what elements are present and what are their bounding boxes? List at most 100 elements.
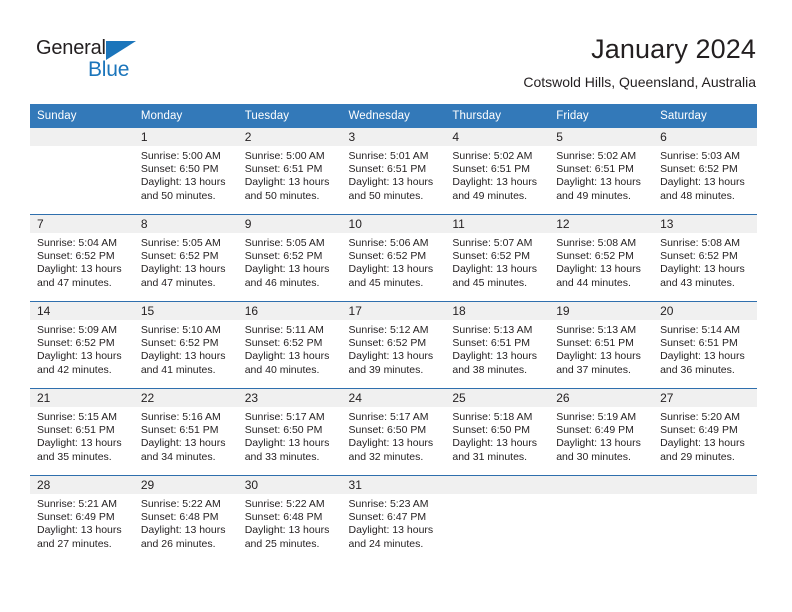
calendar-day-cell[interactable]: 15 Sunrise: 5:10 AM Sunset: 6:52 PM Dayli… [133, 301, 238, 389]
calendar-day-cell[interactable]: 27 Sunrise: 5:20 AM Sunset: 6:49 PM Dayli… [653, 388, 757, 476]
sun-info-text: Sunrise: 5:06 AM Sunset: 6:52 PM Dayligh… [348, 237, 434, 289]
sun-info-text: Sunrise: 5:10 AM Sunset: 6:52 PM Dayligh… [140, 324, 226, 376]
day-number: 7 [30, 215, 134, 233]
calendar-day-cell[interactable]: 1 Sunrise: 5:00 AM Sunset: 6:50 PM Daylig… [133, 128, 238, 215]
day-number: 3 [341, 128, 446, 146]
day-cell-body: Sunrise: 5:18 AM Sunset: 6:50 PM Dayligh… [445, 407, 549, 475]
day-cell-body: Sunrise: 5:16 AM Sunset: 6:51 PM Dayligh… [134, 407, 238, 475]
day-number: 9 [237, 215, 342, 233]
day-number: 20 [653, 302, 757, 320]
page-header: General Blue January 2024 Cotswold Hills… [0, 0, 792, 100]
day-cell-body: Sunrise: 5:19 AM Sunset: 6:49 PM Dayligh… [549, 407, 653, 475]
calendar-day-cell[interactable]: 29 Sunrise: 5:22 AM Sunset: 6:48 PM Dayli… [133, 475, 238, 562]
day-cell-body: Sunrise: 5:13 AM Sunset: 6:51 PM Dayligh… [445, 320, 549, 388]
day-number: 30 [237, 476, 342, 494]
sun-info-text: Sunrise: 5:23 AM Sunset: 6:47 PM Dayligh… [348, 498, 434, 550]
day-number: 23 [237, 389, 342, 407]
calendar-day-cell[interactable]: 3 Sunrise: 5:01 AM Sunset: 6:51 PM Daylig… [341, 128, 446, 215]
day-number: 15 [133, 302, 238, 320]
calendar-body: 1 Sunrise: 5:00 AM Sunset: 6:50 PM Daylig… [30, 128, 757, 562]
calendar-day-cell[interactable]: 5 Sunrise: 5:02 AM Sunset: 6:51 PM Daylig… [549, 128, 654, 215]
brand-logo[interactable]: General Blue [36, 36, 166, 86]
sun-info-text: Sunrise: 5:01 AM Sunset: 6:51 PM Dayligh… [348, 150, 434, 202]
day-number: 13 [653, 215, 757, 233]
calendar-day-cell[interactable]: 9 Sunrise: 5:05 AM Sunset: 6:52 PM Daylig… [237, 214, 342, 302]
calendar-page: General Blue January 2024 Cotswold Hills… [0, 0, 792, 612]
calendar-day-cell[interactable]: 16 Sunrise: 5:11 AM Sunset: 6:52 PM Dayli… [237, 301, 342, 389]
day-cell-body: Sunrise: 5:05 AM Sunset: 6:52 PM Dayligh… [238, 233, 342, 301]
day-cell-body: Sunrise: 5:12 AM Sunset: 6:52 PM Dayligh… [342, 320, 446, 388]
brand-name-top: General [36, 37, 106, 59]
calendar-day-cell[interactable]: 6 Sunrise: 5:03 AM Sunset: 6:52 PM Daylig… [653, 128, 757, 215]
calendar-week-row: 1 Sunrise: 5:00 AM Sunset: 6:50 PM Daylig… [30, 128, 757, 215]
sun-info-text: Sunrise: 5:22 AM Sunset: 6:48 PM Dayligh… [140, 498, 226, 550]
calendar-day-cell[interactable]: 30 Sunrise: 5:22 AM Sunset: 6:48 PM Dayli… [237, 475, 342, 562]
day-number: 10 [341, 215, 446, 233]
day-number: 17 [341, 302, 446, 320]
sun-info-text: Sunrise: 5:20 AM Sunset: 6:49 PM Dayligh… [660, 411, 745, 463]
day-cell-body [653, 494, 757, 562]
calendar-day-cell[interactable]: 12 Sunrise: 5:08 AM Sunset: 6:52 PM Dayli… [549, 214, 654, 302]
calendar-day-cell[interactable]: 22 Sunrise: 5:16 AM Sunset: 6:51 PM Dayli… [133, 388, 238, 476]
sun-info-text: Sunrise: 5:02 AM Sunset: 6:51 PM Dayligh… [452, 150, 538, 202]
page-title: January 2024 [591, 34, 756, 64]
sun-info-text: Sunrise: 5:09 AM Sunset: 6:52 PM Dayligh… [37, 324, 122, 376]
day-cell-body: Sunrise: 5:22 AM Sunset: 6:48 PM Dayligh… [238, 494, 342, 562]
calendar-day-cell-empty [30, 128, 134, 215]
calendar-day-cell[interactable]: 24 Sunrise: 5:17 AM Sunset: 6:50 PM Dayli… [341, 388, 446, 476]
calendar-day-cell[interactable]: 14 Sunrise: 5:09 AM Sunset: 6:52 PM Dayli… [30, 301, 134, 389]
sun-info-text: Sunrise: 5:19 AM Sunset: 6:49 PM Dayligh… [556, 411, 641, 463]
calendar-day-cell[interactable]: 31 Sunrise: 5:23 AM Sunset: 6:47 PM Dayli… [341, 475, 446, 562]
sun-info-text: Sunrise: 5:13 AM Sunset: 6:51 PM Dayligh… [452, 324, 538, 376]
day-cell-body: Sunrise: 5:00 AM Sunset: 6:50 PM Dayligh… [134, 146, 238, 214]
day-number: 1 [133, 128, 238, 146]
calendar-day-cell[interactable]: 26 Sunrise: 5:19 AM Sunset: 6:49 PM Dayli… [549, 388, 654, 476]
calendar-day-cell[interactable]: 25 Sunrise: 5:18 AM Sunset: 6:50 PM Dayli… [445, 388, 550, 476]
day-number: 16 [237, 302, 342, 320]
day-cell-body [445, 494, 549, 562]
calendar-day-cell[interactable]: 10 Sunrise: 5:06 AM Sunset: 6:52 PM Dayli… [341, 214, 446, 302]
calendar-day-cell[interactable]: 17 Sunrise: 5:12 AM Sunset: 6:52 PM Dayli… [341, 301, 446, 389]
sun-info-text: Sunrise: 5:08 AM Sunset: 6:52 PM Dayligh… [660, 237, 745, 289]
calendar-day-cell-empty [445, 475, 550, 562]
calendar-table: Sunday Monday Tuesday Wednesday Thursday Frid… [30, 104, 757, 562]
calendar-day-cell[interactable]: 28 Sunrise: 5:21 AM Sunset: 6:49 PM Dayli… [30, 475, 134, 562]
calendar-day-cell[interactable]: 23 Sunrise: 5:17 AM Sunset: 6:50 PM Dayli… [237, 388, 342, 476]
calendar-day-cell[interactable]: 7 Sunrise: 5:04 AM Sunset: 6:52 PM Daylig… [30, 214, 134, 302]
calendar-day-cell[interactable]: 21 Sunrise: 5:15 AM Sunset: 6:51 PM Dayli… [30, 388, 134, 476]
calendar-day-cell[interactable]: 13 Sunrise: 5:08 AM Sunset: 6:52 PM Dayli… [653, 214, 757, 302]
sun-info-text: Sunrise: 5:18 AM Sunset: 6:50 PM Dayligh… [452, 411, 538, 463]
column-header-wednesday: Wednesday [341, 104, 446, 128]
column-header-thursday: Thursday [445, 104, 550, 128]
calendar-day-cell-empty [653, 475, 757, 562]
day-number [445, 476, 550, 494]
day-cell-body: Sunrise: 5:01 AM Sunset: 6:51 PM Dayligh… [342, 146, 446, 214]
day-number: 26 [549, 389, 654, 407]
sun-info-text: Sunrise: 5:05 AM Sunset: 6:52 PM Dayligh… [244, 237, 330, 289]
day-cell-body: Sunrise: 5:06 AM Sunset: 6:52 PM Dayligh… [342, 233, 446, 301]
calendar-week-row: 28 Sunrise: 5:21 AM Sunset: 6:49 PM Dayli… [30, 475, 757, 562]
sun-info-text: Sunrise: 5:05 AM Sunset: 6:52 PM Dayligh… [140, 237, 226, 289]
calendar-day-cell[interactable]: 4 Sunrise: 5:02 AM Sunset: 6:51 PM Daylig… [445, 128, 550, 215]
day-number: 24 [341, 389, 446, 407]
sun-info-text: Sunrise: 5:07 AM Sunset: 6:52 PM Dayligh… [452, 237, 538, 289]
brand-name-bottom: Blue [88, 58, 130, 81]
day-cell-body: Sunrise: 5:07 AM Sunset: 6:52 PM Dayligh… [445, 233, 549, 301]
calendar-day-cell[interactable]: 8 Sunrise: 5:05 AM Sunset: 6:52 PM Daylig… [133, 214, 238, 302]
day-cell-body: Sunrise: 5:15 AM Sunset: 6:51 PM Dayligh… [30, 407, 134, 475]
sun-info-text: Sunrise: 5:03 AM Sunset: 6:52 PM Dayligh… [660, 150, 745, 202]
calendar-day-cell[interactable]: 2 Sunrise: 5:00 AM Sunset: 6:51 PM Daylig… [237, 128, 342, 215]
sun-info-text: Sunrise: 5:11 AM Sunset: 6:52 PM Dayligh… [244, 324, 330, 376]
day-cell-body: Sunrise: 5:20 AM Sunset: 6:49 PM Dayligh… [653, 407, 757, 475]
calendar-day-cell[interactable]: 18 Sunrise: 5:13 AM Sunset: 6:51 PM Dayli… [445, 301, 550, 389]
day-cell-body: Sunrise: 5:10 AM Sunset: 6:52 PM Dayligh… [134, 320, 238, 388]
day-number [549, 476, 654, 494]
calendar-day-cell[interactable]: 19 Sunrise: 5:13 AM Sunset: 6:51 PM Dayli… [549, 301, 654, 389]
column-header-friday: Friday [549, 104, 654, 128]
day-cell-body: Sunrise: 5:13 AM Sunset: 6:51 PM Dayligh… [549, 320, 653, 388]
calendar-day-cell[interactable]: 11 Sunrise: 5:07 AM Sunset: 6:52 PM Dayli… [445, 214, 550, 302]
calendar-day-cell[interactable]: 20 Sunrise: 5:14 AM Sunset: 6:51 PM Dayli… [653, 301, 757, 389]
day-number: 14 [30, 302, 134, 320]
day-number: 8 [133, 215, 238, 233]
day-number: 12 [549, 215, 654, 233]
